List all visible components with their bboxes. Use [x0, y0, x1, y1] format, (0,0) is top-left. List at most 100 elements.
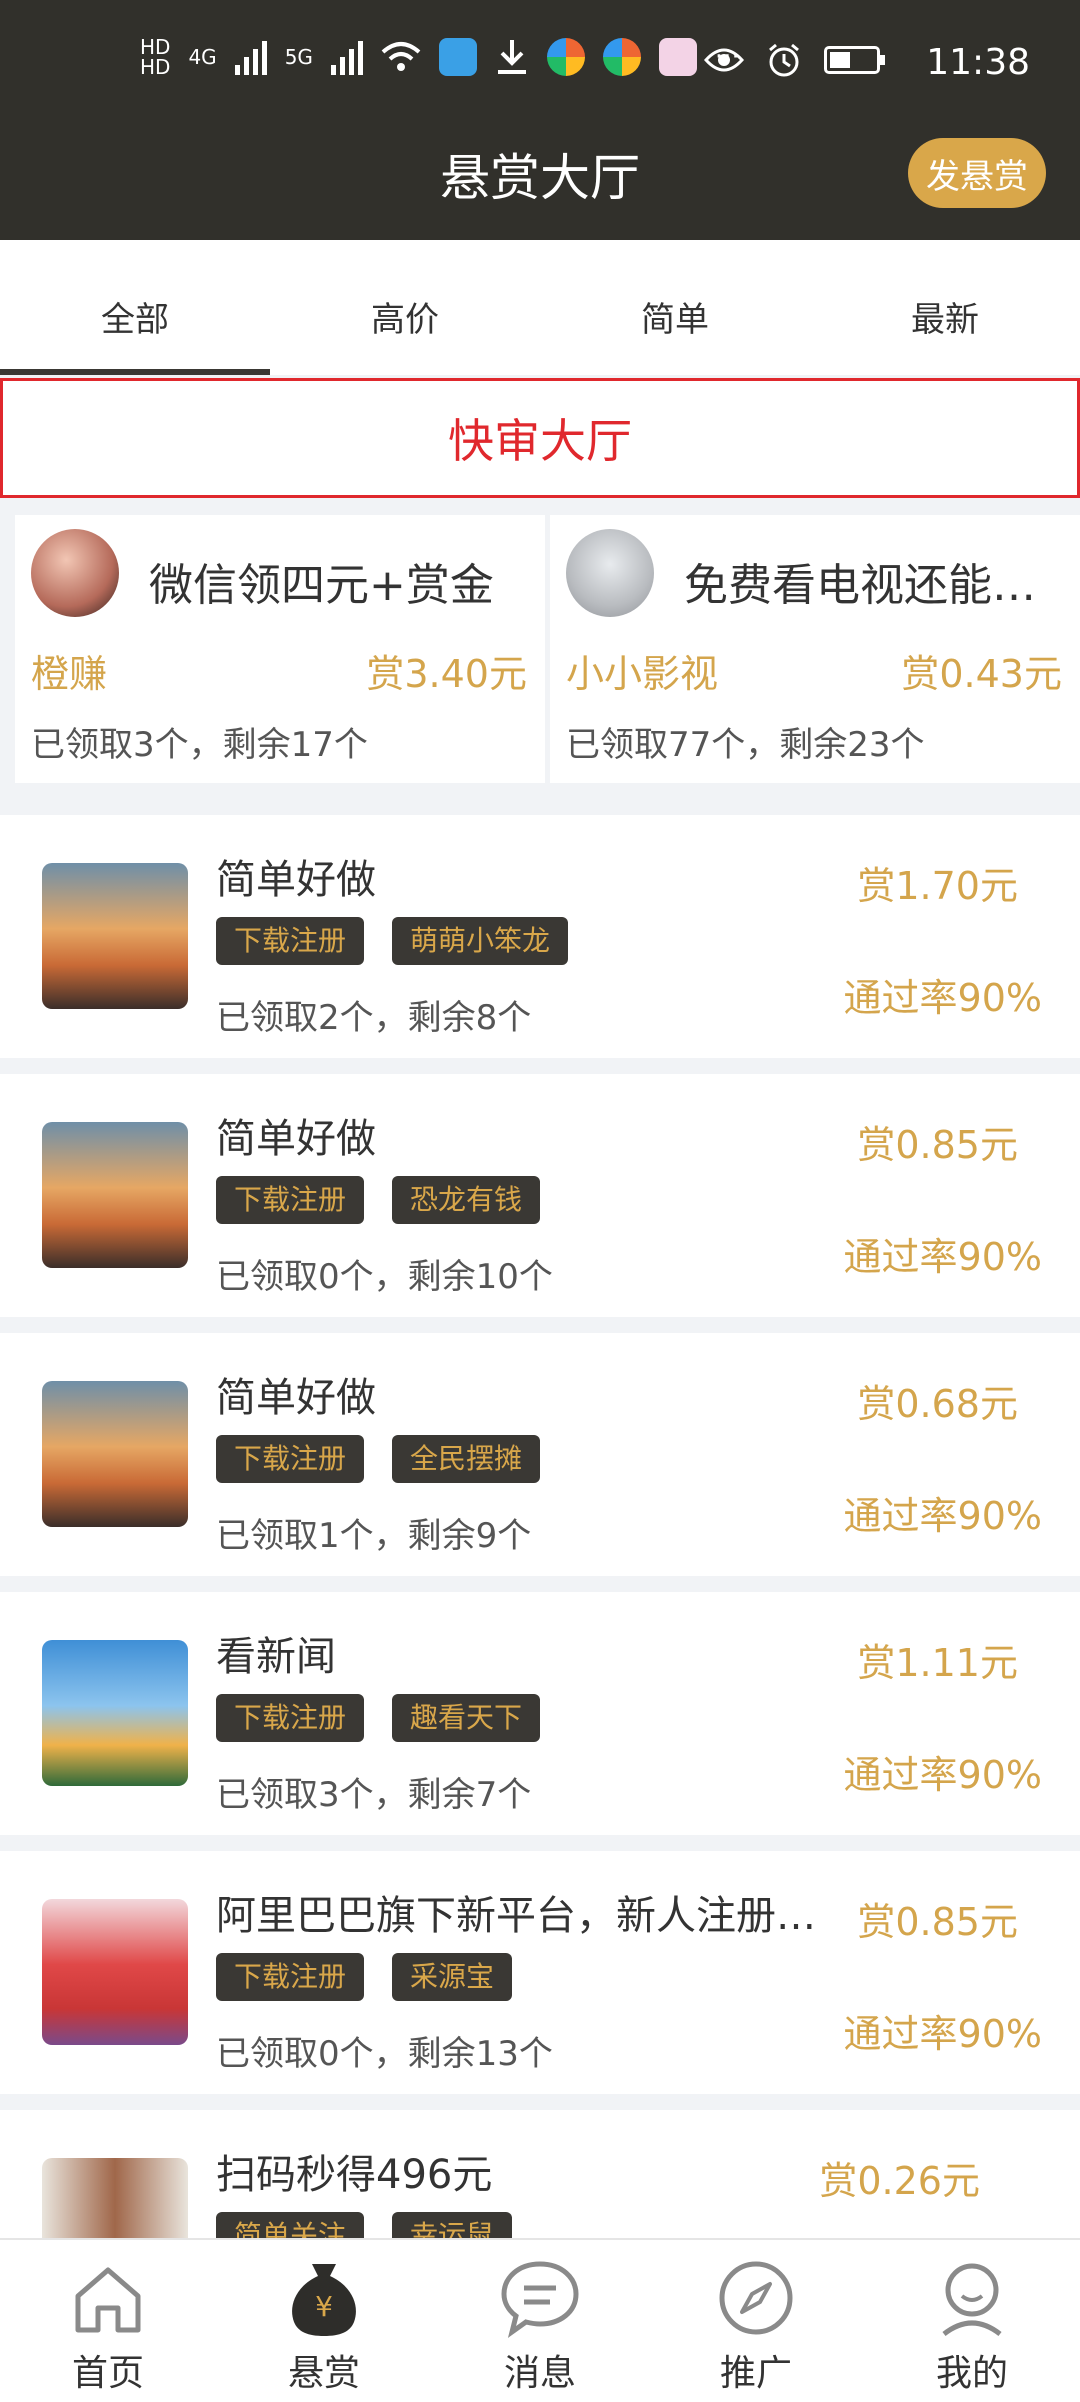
bottom-navigation: 首页 ¥ 悬赏 消息 推广 我的 [0, 2238, 1080, 2402]
claim-stats: 已领取1个，剩余9个 [216, 1516, 532, 1556]
alarm-icon [769, 43, 799, 77]
app-name-tag: 采源宝 [392, 1953, 513, 2001]
task-type-tag: 下载注册 [216, 1176, 365, 1224]
pass-rate: 通过率90% [843, 1494, 1042, 1538]
avatar [566, 529, 654, 617]
message-icon [501, 2261, 579, 2338]
reward-amount: 赏0.43元 [901, 652, 1062, 696]
pass-rate: 通过率90% [843, 1753, 1042, 1797]
app-name-tag: 恐龙有钱 [392, 1176, 541, 1224]
post-bounty-button[interactable]: 发悬赏 [908, 138, 1046, 208]
nav-label: 消息 [503, 2353, 576, 2394]
download-icon [497, 40, 526, 74]
featured-task-card[interactable]: 微信领四元+赏金 橙赚 赏3.40元 已领取3个，剩余17个 [15, 515, 545, 783]
wifi-icon [381, 42, 421, 71]
task-list-item[interactable]: 简单好做 下载注册 恐龙有钱 已领取0个，剩余10个 赏0.85元 通过率90% [0, 1074, 1080, 1317]
battery-icon [824, 46, 885, 74]
task-title: 扫码秒得496元 [216, 2152, 493, 2198]
status-right-icons [704, 42, 885, 78]
task-title: 看新闻 [216, 1634, 336, 1680]
task-type-tag: 下载注册 [216, 917, 365, 965]
eye-icon [704, 48, 744, 72]
task-thumbnail [42, 2158, 188, 2238]
task-list-item[interactable]: 简单好做 下载注册 全民摆摊 已领取1个，剩余9个 赏0.68元 通过率90% [0, 1333, 1080, 1576]
claim-stats: 已领取0个，剩余13个 [216, 2034, 553, 2074]
publisher-name: 橙赚 [31, 652, 108, 696]
reward-amount: 赏0.85元 [857, 1900, 1018, 1944]
nav-label: 推广 [719, 2353, 792, 2394]
reward-amount: 赏0.68元 [857, 1382, 1018, 1426]
nav-profile[interactable]: 我的 [864, 2240, 1080, 2402]
task-title: 简单好做 [216, 1375, 376, 1421]
task-type-tag: 下载注册 [216, 1694, 365, 1742]
reward-amount: 赏0.85元 [857, 1123, 1018, 1167]
nav-promote[interactable]: 推广 [648, 2240, 864, 2402]
reward-amount: 赏0.26元 [819, 2159, 980, 2203]
reward-amount: 赏3.40元 [366, 652, 527, 696]
claim-stats: 已领取2个，剩余8个 [216, 998, 532, 1038]
task-thumbnail [42, 1899, 188, 2045]
task-list-item[interactable]: 看新闻 下载注册 趣看天下 已领取3个，剩余7个 赏1.11元 通过率90% [0, 1592, 1080, 1835]
featured-task-title: 微信领四元+赏金 [149, 560, 494, 611]
network-5g-label: 5G [284, 45, 313, 69]
app-name-tag: 幸运鼠 [392, 2212, 513, 2238]
app-notification-icon [658, 38, 697, 76]
task-thumbnail [42, 863, 188, 1009]
app-notification-icon [438, 38, 477, 76]
avatar [31, 529, 119, 617]
task-type-tag: 简单关注 [216, 2212, 365, 2238]
tab-high-price[interactable]: 高价 [270, 240, 540, 375]
quick-review-hall-button[interactable]: 快审大厅 [0, 378, 1080, 498]
task-thumbnail [42, 1122, 188, 1268]
pass-rate: 通过率90% [843, 2012, 1042, 2056]
nav-home[interactable]: 首页 [0, 2240, 216, 2402]
home-icon [75, 2267, 141, 2333]
task-thumbnail [42, 1381, 188, 1527]
task-type-tag: 下载注册 [216, 1953, 365, 2001]
app-name-tag: 萌萌小笨龙 [392, 917, 569, 965]
task-title: 简单好做 [216, 857, 376, 903]
task-thumbnail [42, 1640, 188, 1786]
signal-icon [234, 39, 267, 75]
tab-all[interactable]: 全部 [0, 240, 270, 375]
reward-amount: 赏1.70元 [857, 864, 1018, 908]
nav-label: 首页 [71, 2353, 144, 2394]
task-list-item[interactable]: 扫码秒得496元 简单关注 幸运鼠 赏0.26元 [0, 2110, 1080, 2238]
status-icons: HDHD 4G 5G ··· [140, 32, 740, 82]
pass-rate: 通过率90% [843, 976, 1042, 1020]
reward-amount: 赏1.11元 [857, 1641, 1018, 1685]
filter-tabs: 全部 高价 简单 最新 [0, 240, 1080, 375]
money-bag-icon: ¥ [292, 2264, 356, 2336]
task-list-item[interactable]: 简单好做 下载注册 萌萌小笨龙 已领取2个，剩余8个 赏1.70元 通过率90% [0, 815, 1080, 1058]
nav-messages[interactable]: 消息 [432, 2240, 648, 2402]
claim-stats: 已领取3个，剩余17个 [31, 725, 368, 765]
network-4g-label: 4G [188, 45, 217, 69]
app-notification-icon [546, 38, 585, 76]
nav-label: 悬赏 [287, 2353, 360, 2394]
header-bar: HDHD 4G 5G ··· 11:38 悬赏大厅 发悬赏 [0, 0, 1080, 240]
profile-icon [942, 2263, 1002, 2337]
app-notification-icon [602, 38, 641, 76]
app-name-tag: 趣看天下 [392, 1694, 541, 1742]
app-name-tag: 全民摆摊 [392, 1435, 541, 1483]
claim-stats: 已领取77个，剩余23个 [566, 725, 925, 765]
task-title: 简单好做 [216, 1116, 376, 1162]
claim-stats: 已领取3个，剩余7个 [216, 1775, 532, 1815]
signal-icon [330, 39, 363, 75]
nav-bounty[interactable]: ¥ 悬赏 [216, 2240, 432, 2402]
svg-text:¥: ¥ [315, 2290, 333, 2323]
publisher-name: 小小影视 [566, 652, 719, 696]
featured-task-title: 免费看电视还能… [684, 560, 1036, 611]
task-title: 阿里巴巴旗下新平台，新人注册… [216, 1893, 816, 1939]
nav-label: 我的 [935, 2353, 1008, 2394]
pass-rate: 通过率90% [843, 1235, 1042, 1279]
status-time: 11:38 [926, 42, 1030, 83]
featured-task-card[interactable]: 免费看电视还能… 小小影视 赏0.43元 已领取77个，剩余23个 [550, 515, 1080, 783]
task-type-tag: 下载注册 [216, 1435, 365, 1483]
tab-newest[interactable]: 最新 [810, 240, 1080, 375]
hd-icon: HD HD [140, 35, 171, 79]
claim-stats: 已领取0个，剩余10个 [216, 1257, 553, 1297]
compass-icon [719, 2261, 793, 2335]
tab-simple[interactable]: 简单 [540, 240, 810, 375]
task-list-item[interactable]: 阿里巴巴旗下新平台，新人注册… 下载注册 采源宝 已领取0个，剩余13个 赏0.8… [0, 1851, 1080, 2094]
